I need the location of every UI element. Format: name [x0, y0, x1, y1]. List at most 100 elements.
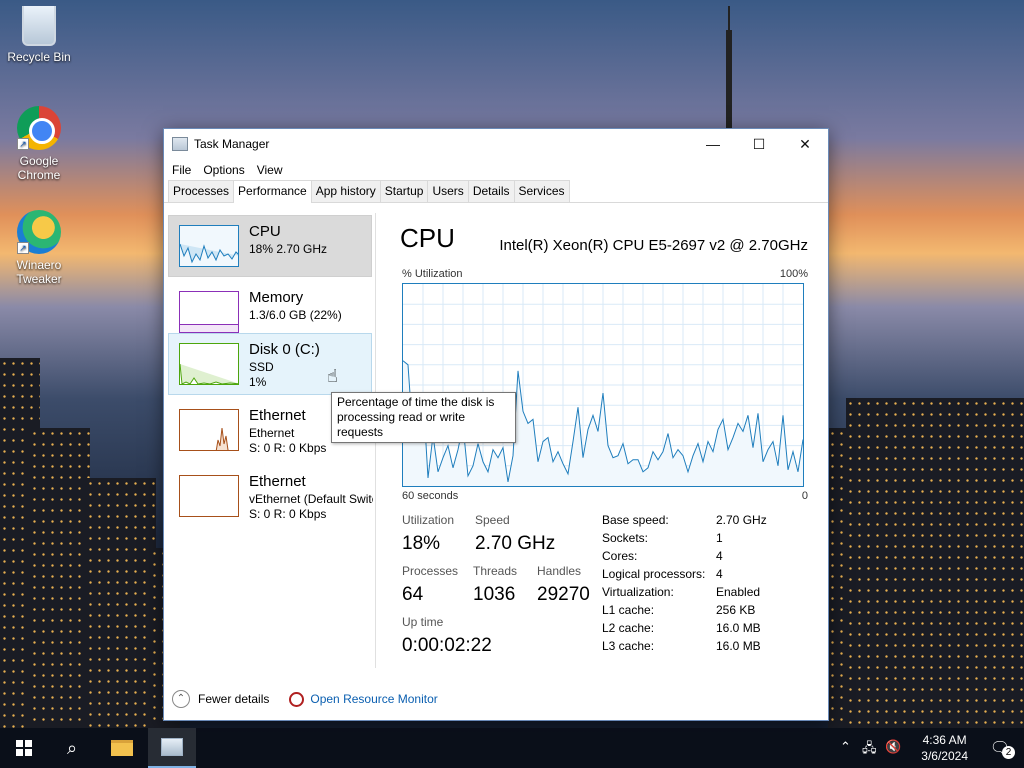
handles-label: Handles	[537, 564, 582, 578]
recycle-bin-icon	[22, 6, 56, 46]
spec-key: L1 cache:	[602, 603, 655, 617]
menu-view[interactable]: View	[251, 163, 289, 177]
search-icon: ⌕	[66, 737, 78, 758]
resource-detail: Ethernet	[249, 426, 295, 440]
spec-value: 2.70 GHz	[716, 513, 767, 527]
fewer-details-link[interactable]: Fewer details	[198, 692, 269, 706]
cpu-utilization-chart	[402, 284, 804, 486]
resource-name: CPU	[249, 223, 281, 240]
tab-strip: Processes Performance App history Startu…	[164, 180, 828, 203]
spec-key: L3 cache:	[602, 639, 655, 653]
task-manager-icon	[161, 738, 183, 756]
volume-muted-icon[interactable]: 🔇	[885, 739, 901, 755]
clock-date: 3/6/2024	[921, 749, 968, 763]
processes-value: 64	[402, 584, 424, 605]
chevron-up-icon[interactable]: ⌃	[840, 739, 851, 755]
file-explorer-button[interactable]	[98, 728, 146, 768]
graph-time-label: 60 seconds	[402, 490, 459, 502]
start-button[interactable]	[0, 728, 48, 768]
disk-tooltip: Percentage of time the disk is processin…	[331, 392, 516, 443]
handles-value: 29270	[537, 584, 590, 605]
utilization-value: 18%	[402, 533, 441, 554]
resource-detail: 18% 2.70 GHz	[249, 242, 328, 256]
tooltip-line-1: Percentage of time the disk is	[337, 395, 495, 409]
menu-bar: File Options View	[164, 159, 828, 181]
cpu-utilization-graph	[402, 283, 804, 487]
cpu-thumbnail-sparkline	[180, 243, 238, 264]
maximize-button[interactable]: ☐	[736, 129, 782, 159]
desktop-icon-google-chrome[interactable]: ↗ Google Chrome	[4, 106, 74, 182]
resource-detail: vEthernet (Default Switc	[249, 492, 373, 506]
tab-startup[interactable]: Startup	[379, 180, 429, 202]
processes-label: Processes	[402, 564, 459, 578]
resource-detail: 1.3/6.0 GB (22%)	[249, 308, 342, 322]
windows-logo-icon	[16, 740, 32, 756]
hand-cursor-icon: ☝	[327, 366, 338, 386]
shortcut-arrow-icon: ↗	[17, 242, 29, 254]
ethernet-thumbnail-graph	[179, 475, 239, 517]
graph-max-label: 100%	[779, 268, 808, 280]
resource-monitor-icon	[289, 691, 305, 707]
desktop-icon-winaero-tweaker[interactable]: ↗ Winaero Tweaker	[4, 210, 74, 286]
task-manager-taskbar-button[interactable]	[148, 728, 196, 768]
spec-key: Cores:	[602, 549, 638, 563]
uptime-label: Up time	[402, 615, 444, 629]
desktop-icon-label: Winaero Tweaker	[16, 258, 62, 286]
resource-item-cpu[interactable]: CPU 18% 2.70 GHz	[168, 215, 372, 277]
threads-label: Threads	[473, 564, 518, 578]
tab-details[interactable]: Details	[467, 180, 515, 202]
notification-count: 2	[1002, 746, 1015, 759]
clock[interactable]: 4:36 AM 3/6/2024	[921, 732, 968, 764]
spec-key: Virtualization:	[602, 585, 674, 599]
menu-options[interactable]: Options	[197, 163, 250, 177]
resource-detail: SSD	[249, 360, 274, 374]
ethernet-throughput: S: 0 R: 0 Kbps	[249, 441, 327, 455]
tab-services[interactable]: Services	[513, 180, 570, 202]
resource-item-ethernet-2[interactable]: Ethernet vEthernet (Default Switc S: 0 R…	[168, 465, 373, 527]
uptime-value: 0:00:02:22	[402, 635, 492, 656]
window-title: Task Manager	[194, 137, 270, 151]
tab-performance[interactable]: Performance	[233, 180, 312, 203]
cpu-thumbnail-graph	[179, 225, 239, 267]
winaero-tweaker-icon: ↗	[17, 210, 61, 254]
open-resource-monitor-link[interactable]: Open Resource Monitor	[310, 692, 437, 706]
spec-value: 1	[716, 531, 723, 545]
title-bar[interactable]: Task Manager — ☐ ✕	[164, 129, 828, 159]
desktop-icon-recycle-bin[interactable]: Recycle Bin	[4, 6, 74, 64]
memory-thumbnail-graph	[179, 291, 239, 333]
cpu-model-name: Intel(R) Xeon(R) CPU E5-2697 v2 @ 2.70GH…	[499, 237, 808, 254]
desktop-icon-label: Recycle Bin	[7, 50, 71, 64]
desktop-icon-label: Google Chrome	[17, 154, 61, 182]
graph-min-label: 0	[801, 490, 808, 502]
network-icon[interactable]: 🖧	[862, 739, 877, 761]
tab-app-history[interactable]: App history	[310, 180, 381, 202]
spec-value: 4	[716, 567, 723, 581]
utilization-label: Utilization	[402, 513, 455, 527]
speed-value: 2.70 GHz	[475, 533, 556, 554]
resource-detail-2: S: 0 R: 0 Kbps	[249, 507, 326, 521]
action-center-button[interactable]: 🗨 2	[976, 728, 1024, 768]
minimize-button[interactable]: —	[690, 129, 736, 159]
speed-label: Speed	[475, 513, 510, 527]
menu-file[interactable]: File	[166, 163, 197, 177]
tab-processes[interactable]: Processes	[168, 180, 235, 202]
taskbar: ⌕ ⌃ 🖧 🔇 4:36 AM 3/6/2024 🗨 2	[0, 728, 1024, 768]
spec-key: Base speed:	[602, 513, 669, 527]
detail-title: CPU	[400, 223, 455, 253]
tower-spire	[726, 6, 732, 130]
ethernet-thumbnail-sparkline	[215, 427, 229, 450]
shortcut-arrow-icon: ↗	[17, 138, 29, 150]
ethernet-throughput: S: 0 R: 0 Kbps	[249, 507, 327, 521]
chrome-icon: ↗	[17, 106, 61, 150]
spec-key: Logical processors:	[602, 567, 706, 581]
resource-item-disk[interactable]: Disk 0 (C:) SSD 1%	[168, 333, 372, 395]
disk-thumbnail-graph	[179, 343, 239, 385]
search-button[interactable]: ⌕	[48, 728, 96, 768]
resource-detail-2: S: 0 R: 0 Kbps	[249, 441, 326, 455]
window-footer: ⌃ Fewer details Open Resource Monitor	[164, 678, 828, 720]
chevron-up-icon[interactable]: ⌃	[172, 690, 190, 708]
tab-users[interactable]: Users	[427, 180, 469, 202]
resource-name: Ethernet	[249, 407, 306, 424]
close-button[interactable]: ✕	[782, 129, 828, 159]
spec-value: Enabled	[716, 585, 761, 599]
